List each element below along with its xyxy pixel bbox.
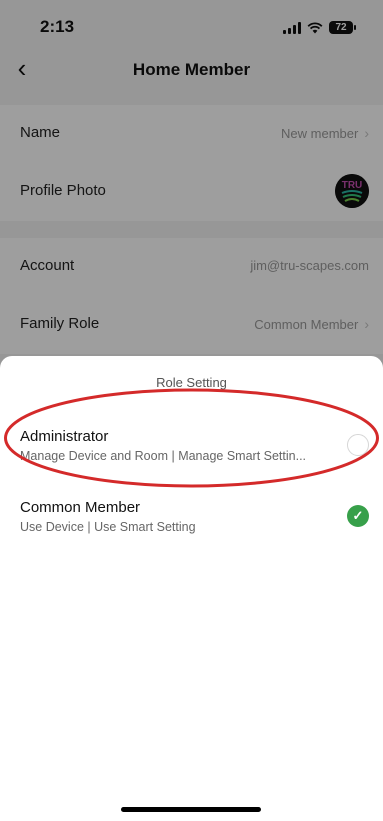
sheet-title: Role Setting xyxy=(156,375,227,390)
role-setting-sheet: Role Setting Administrator Manage Device… xyxy=(0,356,383,821)
checkmark-icon[interactable]: ✓ xyxy=(347,505,369,527)
radio-unselected-icon[interactable] xyxy=(347,434,369,456)
role-option-administrator[interactable]: Administrator Manage Device and Room | M… xyxy=(0,420,383,476)
role-option-common-member[interactable]: Common Member Use Device | Use Smart Set… xyxy=(0,491,383,547)
role-description: Use Device | Use Smart Setting xyxy=(20,520,196,534)
role-title: Administrator xyxy=(20,428,109,445)
home-indicator xyxy=(121,807,261,812)
role-description: Manage Device and Room | Manage Smart Se… xyxy=(20,449,307,463)
role-title: Common Member xyxy=(20,499,141,516)
